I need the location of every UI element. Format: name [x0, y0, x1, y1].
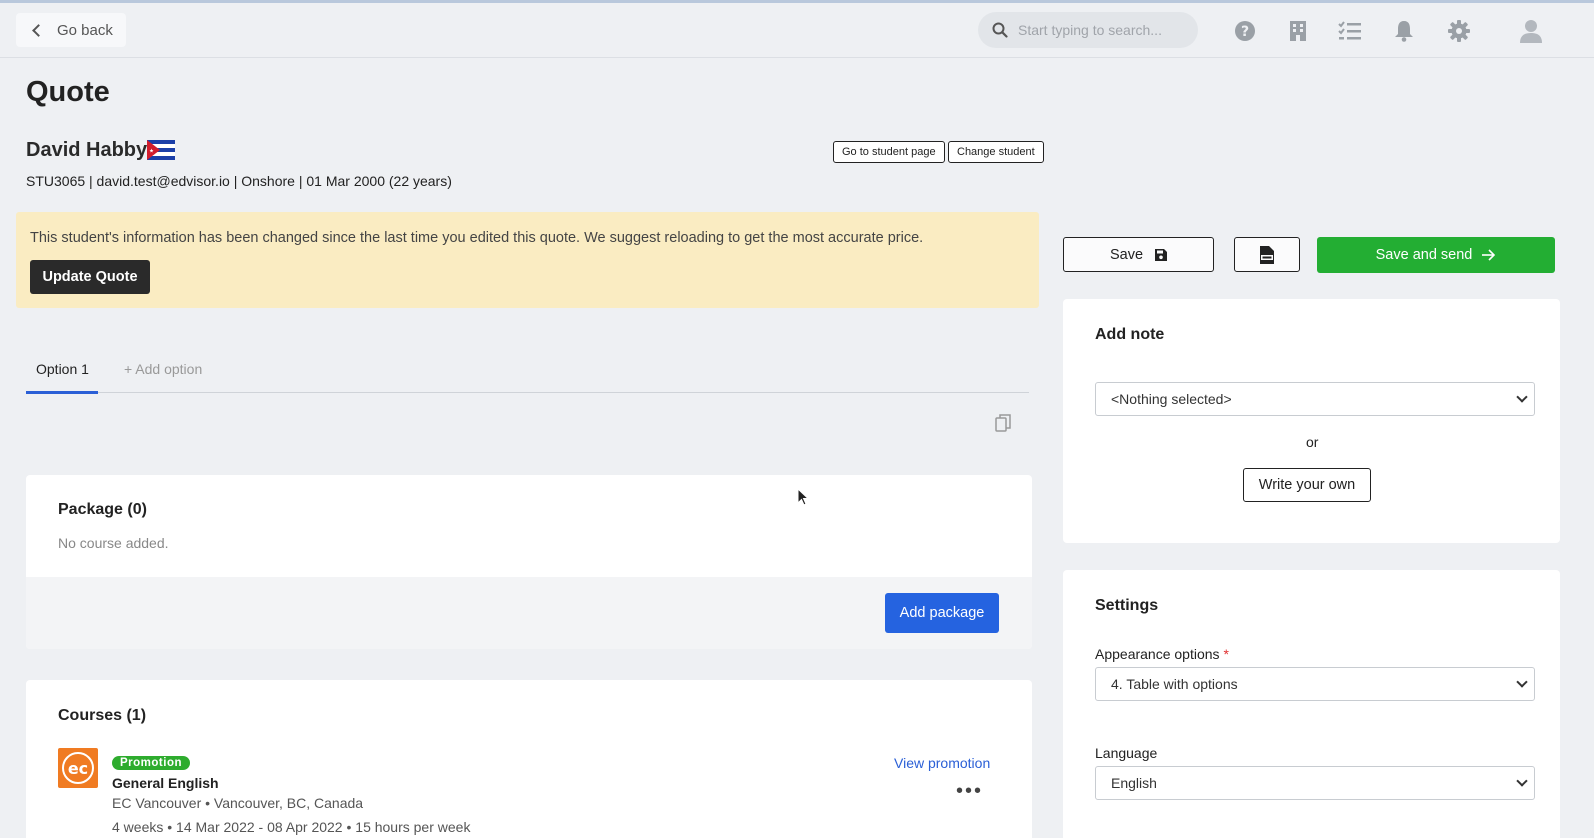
course-dates: 4 weeks • 14 Mar 2022 - 08 Apr 2022 • 15…	[112, 819, 471, 835]
note-template-select[interactable]: <Nothing selected>	[1095, 382, 1535, 416]
svg-text:ec: ec	[68, 759, 88, 778]
mouse-cursor-icon	[797, 488, 809, 506]
save-and-send-label: Save and send	[1375, 247, 1473, 263]
change-student-button[interactable]: Change student	[948, 141, 1044, 163]
package-card: Package (0) No course added. Add package	[26, 475, 1032, 649]
arrow-right-icon	[1482, 249, 1496, 261]
courses-title: Courses (1)	[58, 707, 147, 724]
language-value: English	[1111, 775, 1157, 791]
building-icon[interactable]	[1286, 19, 1310, 43]
svg-text:?: ?	[1241, 24, 1249, 40]
chevron-down-icon	[1516, 391, 1528, 403]
help-icon[interactable]: ?	[1233, 19, 1257, 43]
cuba-flag-icon	[147, 140, 175, 160]
language-select[interactable]: English	[1095, 766, 1535, 800]
search-input[interactable]	[1018, 22, 1188, 38]
settings-title: Settings	[1095, 597, 1159, 614]
package-empty-text: No course added.	[58, 535, 169, 551]
tab-option-1[interactable]: Option 1	[36, 361, 89, 377]
pdf-file-icon	[1260, 245, 1274, 264]
chevron-down-icon	[1516, 676, 1528, 688]
active-tab-indicator	[26, 391, 98, 394]
appearance-options-label-text: Appearance options	[1095, 646, 1220, 662]
view-promotion-link[interactable]: View promotion	[894, 755, 990, 771]
tab-add-option[interactable]: + Add option	[124, 361, 202, 377]
student-meta: STU3065 | david.test@edvisor.io | Onshor…	[26, 173, 452, 189]
courses-card: Courses (1) ec Promotion General English…	[26, 680, 1032, 838]
gear-icon[interactable]	[1447, 19, 1471, 43]
appearance-options-select[interactable]: 4. Table with options	[1095, 667, 1535, 701]
appearance-options-value: 4. Table with options	[1111, 676, 1238, 692]
task-list-icon[interactable]	[1338, 19, 1362, 43]
top-bar: Go back ?	[0, 3, 1594, 58]
chevron-left-icon	[32, 23, 45, 37]
search-icon	[992, 22, 1008, 38]
chevron-down-icon	[1516, 775, 1528, 787]
add-note-card: Add note <Nothing selected> or	[1063, 299, 1560, 543]
bell-icon[interactable]	[1392, 19, 1416, 43]
option-tabs: Option 1 + Add option	[26, 345, 1029, 394]
promotion-badge: Promotion	[112, 756, 190, 770]
floppy-disk-icon	[1155, 248, 1168, 261]
course-name: General English	[112, 775, 219, 791]
alert-message: This student's information has been chan…	[30, 230, 924, 246]
add-note-title: Add note	[1095, 326, 1165, 343]
note-template-value: <Nothing selected>	[1111, 391, 1232, 407]
ec-school-logo: ec	[58, 748, 98, 788]
package-title: Package (0)	[58, 501, 147, 518]
user-avatar-icon[interactable]	[1519, 19, 1543, 43]
save-and-send-button[interactable]: Save and send	[1317, 237, 1555, 273]
student-name: David Habby	[26, 139, 148, 161]
or-text: or	[1306, 434, 1319, 450]
go-back-button[interactable]: Go back	[16, 13, 126, 47]
write-your-own-button[interactable]: Write your own	[1243, 468, 1371, 502]
info-changed-alert: This student's information has been chan…	[16, 212, 1039, 308]
go-to-student-page-button[interactable]: Go to student page	[833, 141, 945, 163]
save-button[interactable]: Save	[1063, 237, 1214, 272]
required-mark: *	[1223, 646, 1229, 662]
update-quote-button[interactable]: Update Quote	[30, 260, 150, 294]
course-location: EC Vancouver • Vancouver, BC, Canada	[112, 795, 364, 811]
language-label: Language	[1095, 745, 1158, 761]
page-title: Quote	[26, 76, 110, 108]
save-label: Save	[1109, 246, 1144, 263]
search-bar[interactable]	[978, 12, 1198, 48]
pdf-button[interactable]	[1234, 237, 1300, 272]
copy-icon[interactable]	[995, 414, 1011, 432]
add-package-button[interactable]: Add package	[885, 593, 999, 633]
go-back-label: Go back	[57, 21, 113, 39]
more-options-icon[interactable]: •••	[956, 780, 983, 803]
package-footer: Add package	[26, 577, 1032, 649]
settings-card: Settings Appearance options * 4. Table wi…	[1063, 570, 1560, 838]
appearance-options-label: Appearance options *	[1095, 646, 1229, 662]
